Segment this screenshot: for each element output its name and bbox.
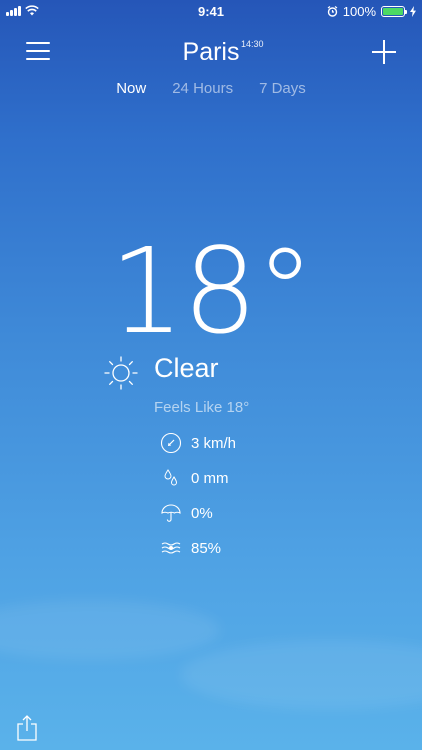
current-temperature: 18° <box>0 232 422 351</box>
precip-chance-metric: 0% <box>160 502 213 524</box>
humidity-icon <box>161 542 181 554</box>
tab-24-hours[interactable]: 24 Hours <box>172 80 233 97</box>
wind-metric: 3 km/h <box>160 432 236 454</box>
battery-fill <box>383 8 403 15</box>
tab-7-days[interactable]: 7 Days <box>259 80 306 97</box>
humidity-metric: 85% <box>160 537 221 559</box>
wind-value: 3 km/h <box>191 434 237 452</box>
add-city-button[interactable] <box>372 40 396 64</box>
humidity-value: 85% <box>191 539 222 557</box>
compass-icon <box>160 432 182 454</box>
precip-chance-value: 0% <box>191 504 213 522</box>
city-local-time: 14:30 <box>241 39 264 49</box>
weather-screen: 9:41 100% Paris 14:30 Now 24 Hours 7 Day… <box>0 0 422 750</box>
period-tabs: Now 24 Hours 7 Days <box>0 80 422 97</box>
city-name[interactable]: Paris <box>0 38 422 67</box>
battery-percent: 100% <box>342 4 376 19</box>
tab-now[interactable]: Now <box>116 80 146 97</box>
precipitation-metric: 0 mm <box>160 467 229 489</box>
cloud-decoration <box>0 600 220 660</box>
charging-icon <box>410 6 416 17</box>
share-button[interactable] <box>16 714 38 742</box>
battery-icon <box>381 6 407 17</box>
precipitation-value: 0 mm <box>191 469 229 487</box>
condition-text: Clear <box>154 353 219 383</box>
raindrops-icon <box>164 469 178 486</box>
status-right: 100% <box>327 4 416 19</box>
cloud-decoration <box>180 640 422 710</box>
sun-icon <box>104 356 138 390</box>
status-bar: 9:41 100% <box>0 0 422 24</box>
alarm-icon <box>327 6 338 17</box>
feels-like: Feels Like 18° <box>154 399 250 416</box>
umbrella-icon <box>161 504 181 522</box>
temperature-value: 18° <box>109 222 314 360</box>
